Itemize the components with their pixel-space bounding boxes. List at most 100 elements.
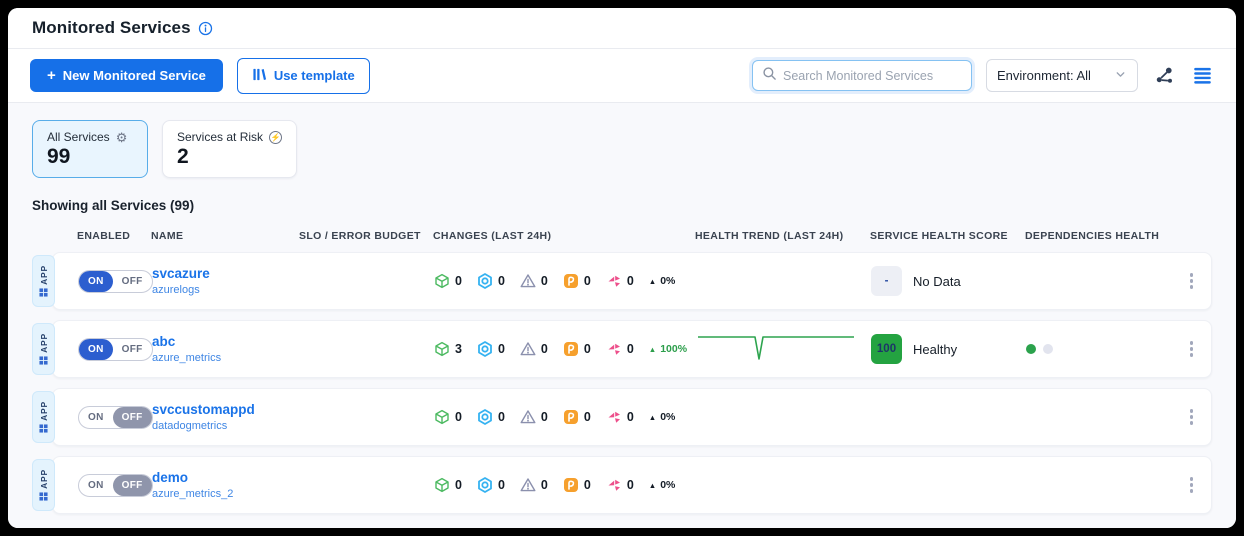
tab-all-services[interactable]: All Services ⚙ 99 (32, 120, 148, 178)
search-box[interactable] (752, 60, 972, 91)
flag-change-icon (563, 273, 579, 289)
service-name-link[interactable]: abc (152, 334, 300, 351)
app-type-tag: APP (32, 391, 55, 443)
app-tag-label: APP (39, 401, 49, 421)
services-at-risk-count: 2 (177, 145, 282, 169)
enabled-toggle[interactable]: ONOFF (78, 406, 153, 429)
app-tag-label: APP (39, 469, 49, 489)
enabled-toggle[interactable]: ONOFF (78, 270, 153, 293)
enabled-toggle[interactable]: ONOFF (78, 474, 153, 497)
dependencies-cell (1026, 344, 1176, 354)
results-summary: Showing all Services (99) (8, 178, 1236, 226)
search-input[interactable] (783, 69, 962, 83)
health-score-badge: - (871, 266, 902, 296)
deployment-change-icon (434, 409, 450, 425)
new-monitored-service-label: New Monitored Service (63, 68, 206, 83)
changes-delta: ▲0% (649, 275, 676, 287)
health-trend-sparkline (696, 329, 858, 365)
table-row: APP ONOFF svccustomappd datadogmetrics 0… (32, 388, 1212, 446)
service-rows: APP ONOFF svcazure azurelogs 0 0 0 0 (8, 252, 1236, 514)
deployment-change-icon (434, 273, 450, 289)
app-tag-label: APP (39, 333, 49, 353)
dependency-healthy-dot (1026, 344, 1036, 354)
dependency-unknown-dot (1043, 344, 1053, 354)
new-monitored-service-button[interactable]: + New Monitored Service (30, 59, 223, 92)
alert-change-icon (520, 409, 536, 425)
search-icon (762, 66, 777, 86)
info-icon[interactable] (198, 20, 214, 36)
col-name: NAME (151, 230, 299, 242)
config-change-icon (477, 273, 493, 289)
up-arrow-icon: ▲ (649, 413, 656, 422)
row-actions-menu[interactable] (1182, 337, 1202, 361)
alert-change-icon (520, 273, 536, 289)
row-actions-menu[interactable] (1182, 473, 1202, 497)
config-change-icon (477, 477, 493, 493)
app-type-tag: APP (32, 323, 55, 375)
topology-view-icon[interactable] (1152, 64, 1176, 88)
chevron-down-icon (1114, 68, 1127, 84)
alert-change-icon (520, 341, 536, 357)
changes-delta: ▲0% (649, 479, 676, 491)
changes-delta: ▲100% (649, 343, 687, 355)
environment-select-value: Environment: All (997, 68, 1091, 83)
alert-change-icon (520, 477, 536, 493)
service-name-link[interactable]: svccustomappd (152, 402, 300, 419)
tab-services-at-risk[interactable]: Services at Risk ⚡ 2 (162, 120, 297, 178)
app-window: Monitored Services + New Monitored Servi… (8, 8, 1236, 528)
title-bar: Monitored Services (8, 8, 1236, 49)
use-template-label: Use template (274, 68, 355, 83)
tab-services-at-risk-label: Services at Risk (177, 130, 263, 144)
environment-select[interactable]: Environment: All (986, 59, 1138, 92)
flag-change-icon (563, 409, 579, 425)
row-actions-menu[interactable] (1182, 269, 1202, 293)
changes-cell: 0 0 0 0 0 ▲0% (434, 273, 696, 289)
col-slo: SLO / ERROR BUDGET (299, 230, 433, 242)
col-changes: CHANGES (LAST 24H) (433, 230, 695, 242)
table-row: APP ONOFF abc azure_metrics 3 0 0 0 (32, 320, 1212, 378)
changes-delta: ▲0% (649, 411, 676, 423)
table-row: APP ONOFF svcazure azurelogs 0 0 0 0 (32, 252, 1212, 310)
service-name-link[interactable]: svcazure (152, 266, 300, 283)
health-score-cell: - No Data (871, 266, 1026, 296)
table-row: APP ONOFF demo azure_metrics_2 0 0 0 0 (32, 456, 1212, 514)
col-enabled: ENABLED (77, 230, 151, 242)
gear-icon: ⚙ (116, 131, 128, 144)
flag-change-icon (563, 341, 579, 357)
health-score-badge: 100 (871, 334, 902, 364)
apps-grid-icon (39, 288, 48, 297)
template-icon (252, 67, 267, 85)
lightning-icon: ⚡ (269, 131, 282, 144)
app-tag-label: APP (39, 265, 49, 285)
table-header: ENABLED NAME SLO / ERROR BUDGET CHANGES … (8, 226, 1236, 252)
incident-change-icon (606, 409, 622, 425)
page-title: Monitored Services (32, 18, 191, 38)
col-health-trend: HEALTH TREND (LAST 24H) (695, 230, 870, 242)
list-view-icon[interactable] (1190, 64, 1214, 88)
health-score-label: No Data (913, 274, 961, 289)
changes-cell: 0 0 0 0 0 ▲0% (434, 477, 696, 493)
apps-grid-icon (39, 492, 48, 501)
use-template-button[interactable]: Use template (237, 58, 370, 94)
service-subtitle: azure_metrics_2 (152, 488, 300, 500)
row-actions-menu[interactable] (1182, 405, 1202, 429)
app-type-tag: APP (32, 459, 55, 511)
summary-tabs: All Services ⚙ 99 Services at Risk ⚡ 2 (8, 120, 1236, 178)
apps-grid-icon (39, 356, 48, 365)
service-subtitle: azurelogs (152, 284, 300, 296)
changes-cell: 0 0 0 0 0 ▲0% (434, 409, 696, 425)
service-subtitle: azure_metrics (152, 352, 300, 364)
changes-cell: 3 0 0 0 0 ▲100% (434, 341, 696, 357)
col-health-score: SERVICE HEALTH SCORE (870, 230, 1025, 242)
up-arrow-icon: ▲ (649, 277, 656, 286)
apps-grid-icon (39, 424, 48, 433)
incident-change-icon (606, 341, 622, 357)
up-arrow-icon: ▲ (649, 481, 656, 490)
health-score-label: Healthy (913, 342, 957, 357)
enabled-toggle[interactable]: ONOFF (78, 338, 153, 361)
config-change-icon (477, 409, 493, 425)
config-change-icon (477, 341, 493, 357)
col-dependencies: DEPENDENCIES HEALTH (1025, 230, 1175, 242)
trend-cell (696, 329, 871, 370)
service-name-link[interactable]: demo (152, 470, 300, 487)
